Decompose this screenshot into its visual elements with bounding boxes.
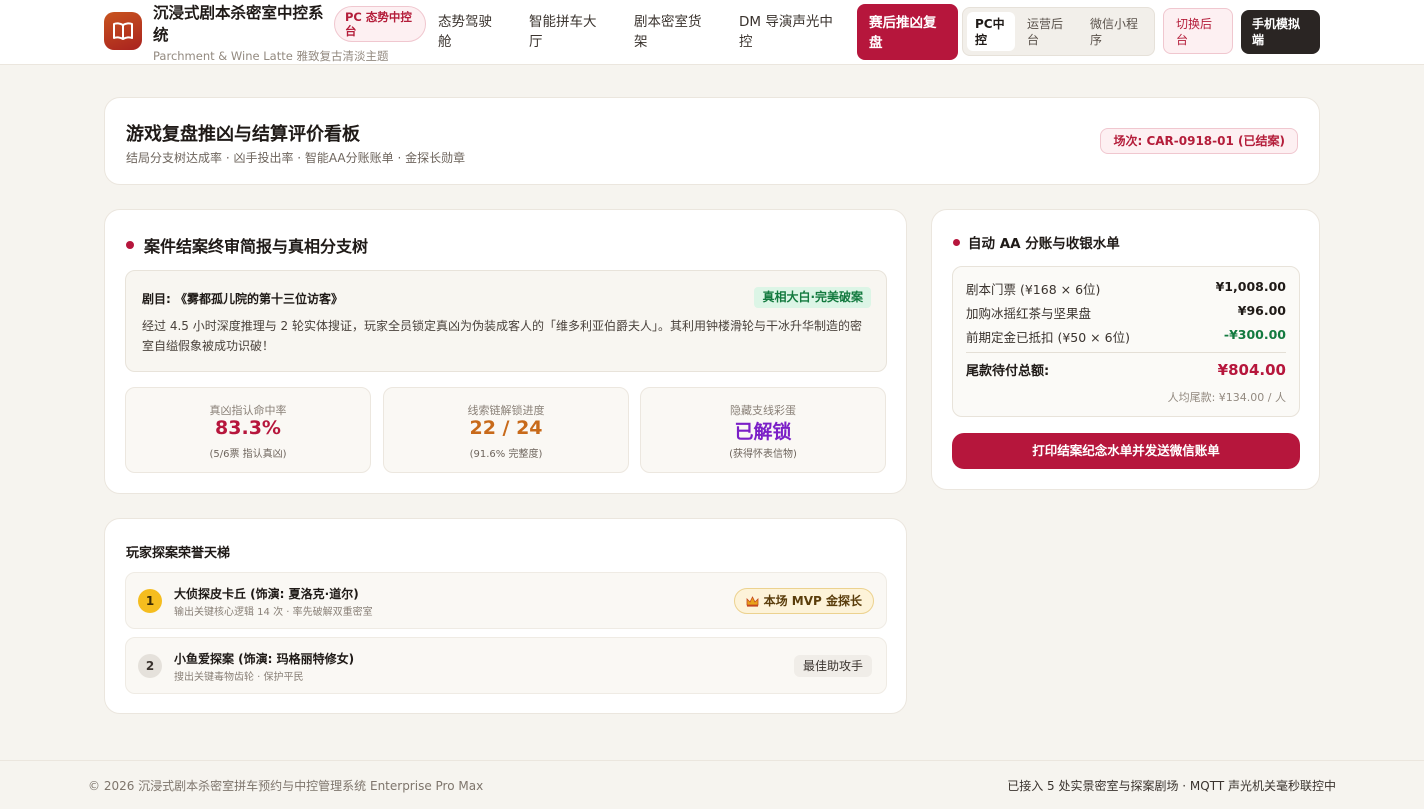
bill-item-amount: ¥1,008.00 xyxy=(1215,279,1286,294)
footer-status: 已接入 5 处实景密室与探案剧场 · MQTT 声光机关毫秒联控中 xyxy=(1007,779,1336,793)
aa-section-title-text: 自动 AA 分账与收银水单 xyxy=(968,236,1120,252)
bill-row: 剧本门票 (¥168 × 6位) ¥1,008.00 xyxy=(966,279,1286,298)
player-name: 大侦探皮卡丘 (饰演: 夏洛克·道尔) xyxy=(174,587,359,601)
ranking-row[interactable]: 1 大侦探皮卡丘 (饰演: 夏洛克·道尔) 输出关键核心逻辑 14 次 · 率先… xyxy=(125,572,887,629)
stat-label: 线索链解锁进度 xyxy=(467,404,545,417)
stat-card-easter-egg: 隐藏支线彩蛋 已解锁 (获得怀表信物) xyxy=(640,387,886,473)
truth-status-tag: 真相大白·完美破案 xyxy=(754,287,871,308)
script-name: 剧目: 《雾都孤儿院的第十三位访客》 xyxy=(142,292,343,306)
case-section-title: 案件结案终审简报与真相分支树 xyxy=(126,233,368,257)
nav-carpool-hall[interactable]: 智能拼车大厅 xyxy=(529,12,603,52)
stat-value: 22 / 24 xyxy=(469,417,543,439)
nav-dm-control[interactable]: DM 导演声光中控 xyxy=(739,12,843,52)
print-receipt-button[interactable]: 打印结案纪念水单并发送微信账单 xyxy=(952,433,1300,469)
stat-value: 已解锁 xyxy=(734,421,792,443)
bullet-dot-icon xyxy=(953,238,960,246)
case-section-title-text: 案件结案终审简报与真相分支树 xyxy=(144,237,369,256)
case-description: 经过 4.5 小时深度推理与 2 轮实体搜证，玩家全员锁定真凶为伪装成客人的「维… xyxy=(142,319,862,353)
player-achievement: 输出关键核心逻辑 14 次 · 率先破解双重密室 xyxy=(174,607,373,618)
player-ranking-card: 玩家探案荣誉天梯 1 大侦探皮卡丘 (饰演: 夏洛克·道尔) 输出关键核心逻辑 … xyxy=(104,518,907,714)
nav-script-shelf[interactable]: 剧本密室货架 xyxy=(634,12,710,52)
aa-section-title: 自动 AA 分账与收银水单 xyxy=(953,232,1120,252)
bill-divider xyxy=(966,352,1286,353)
bill-receipt: 剧本门票 (¥168 × 6位) ¥1,008.00 加购冰摇红茶与坚果盘 ¥9… xyxy=(952,266,1300,417)
stat-value: 83.3% xyxy=(215,417,281,439)
stat-label: 真凶指认命中率 xyxy=(209,404,287,417)
player-achievement: 搜出关键毒物齿轮 · 保护平民 xyxy=(174,672,304,683)
rank-number: 1 xyxy=(138,589,162,613)
nav-dashboard[interactable]: 态势驾驶舱 xyxy=(438,12,500,52)
ranking-title: 玩家探案荣誉天梯 xyxy=(126,546,231,561)
bill-total-row: 尾款待付总额: ¥804.00 xyxy=(966,360,1286,380)
book-logo-icon xyxy=(104,12,142,50)
switch-backend-button[interactable]: 切换后台 xyxy=(1163,8,1233,54)
pc-console-badge[interactable]: PC 态势中控台 xyxy=(334,6,426,42)
bullet-dot-icon xyxy=(126,241,134,249)
stat-note: (5/6票 指认真凶) xyxy=(209,449,287,460)
page-title: 游戏复盘推凶与结算评价看板 xyxy=(126,124,360,145)
bill-item-label: 加购冰摇红茶与坚果盘 xyxy=(966,306,1092,321)
aa-billing-card: 自动 AA 分账与收银水单 剧本门票 (¥168 × 6位) ¥1,008.00… xyxy=(931,209,1320,490)
brand-title: 沉浸式剧本杀密室中控系统 xyxy=(153,4,324,44)
mvp-badge: 本场 MVP 金探长 xyxy=(733,588,874,614)
session-badge: 场次: CAR-0918-01 (已结案) xyxy=(1100,128,1298,154)
total-value: ¥804.00 xyxy=(1217,360,1286,379)
bill-item-label: 剧本门票 (¥168 × 6位) xyxy=(966,282,1101,297)
ranking-row[interactable]: 2 小鱼爱探案 (饰演: 玛格丽特修女) 搜出关键毒物齿轮 · 保护平民 最佳助… xyxy=(125,637,887,694)
stat-note: (获得怀表信物) xyxy=(729,449,797,460)
stat-note: (91.6% 完整度) xyxy=(469,449,543,460)
page-subtitle: 结局分支树达成率 · 凶手投出率 · 智能AA分账账单 · 金探长勋章 xyxy=(126,151,466,165)
page-title-card: 游戏复盘推凶与结算评价看板 结局分支树达成率 · 凶手投出率 · 智能AA分账账… xyxy=(104,97,1320,185)
player-name: 小鱼爱探案 (饰演: 玛格丽特修女) xyxy=(174,652,355,666)
case-summary-card: 案件结案终审简报与真相分支树 剧目: 《雾都孤儿院的第十三位访客》 真相大白·完… xyxy=(104,209,907,494)
mobile-simulator-button[interactable]: 手机模拟端 xyxy=(1241,10,1320,54)
stat-card-clue-progress: 线索链解锁进度 22 / 24 (91.6% 完整度) xyxy=(383,387,629,473)
nav-postgame-review[interactable]: 赛后推凶复盘 xyxy=(857,4,958,60)
bill-item-amount: ¥96.00 xyxy=(1237,303,1286,318)
stat-card-hit-rate: 真凶指认命中率 83.3% (5/6票 指认真凶) xyxy=(125,387,371,473)
crown-icon xyxy=(746,595,759,607)
per-person-amount: 人均尾款: ¥134.00 / 人 xyxy=(1167,391,1286,404)
stat-label: 隐藏支线彩蛋 xyxy=(730,404,796,417)
segment-wechat-miniapp[interactable]: 微信小程序 xyxy=(1082,12,1154,51)
page-footer: © 2026 沉浸式剧本杀密室拼车预约与中控管理系统 Enterprise Pr… xyxy=(0,760,1424,809)
footer-copyright: © 2026 沉浸式剧本杀密室拼车预约与中控管理系统 Enterprise Pr… xyxy=(88,779,484,793)
assist-badge: 最佳助攻手 xyxy=(793,655,872,677)
segment-ops-backend[interactable]: 运营后台 xyxy=(1019,12,1081,51)
case-brief-box: 剧目: 《雾都孤儿院的第十三位访客》 真相大白·完美破案 经过 4.5 小时深度… xyxy=(125,270,887,372)
bill-row: 前期定金已抵扣 (¥50 × 6位) -¥300.00 xyxy=(966,327,1286,346)
platform-switcher: PC中控 运营后台 微信小程序 xyxy=(962,7,1155,56)
bill-item-label: 前期定金已抵扣 (¥50 × 6位) xyxy=(966,330,1130,345)
brand-subtitle: Parchment & Wine Latte 雅致复古清淡主题 xyxy=(153,49,389,63)
top-header: 沉浸式剧本杀密室中控系统 Parchment & Wine Latte 雅致复古… xyxy=(0,0,1424,65)
bill-row: 加购冰摇红茶与坚果盘 ¥96.00 xyxy=(966,303,1286,322)
total-label: 尾款待付总额: xyxy=(966,364,1050,379)
rank-number: 2 xyxy=(138,654,162,678)
bill-item-amount: -¥300.00 xyxy=(1223,327,1286,342)
mvp-badge-text: 本场 MVP 金探长 xyxy=(763,594,862,608)
segment-pc-console[interactable]: PC中控 xyxy=(967,12,1015,51)
